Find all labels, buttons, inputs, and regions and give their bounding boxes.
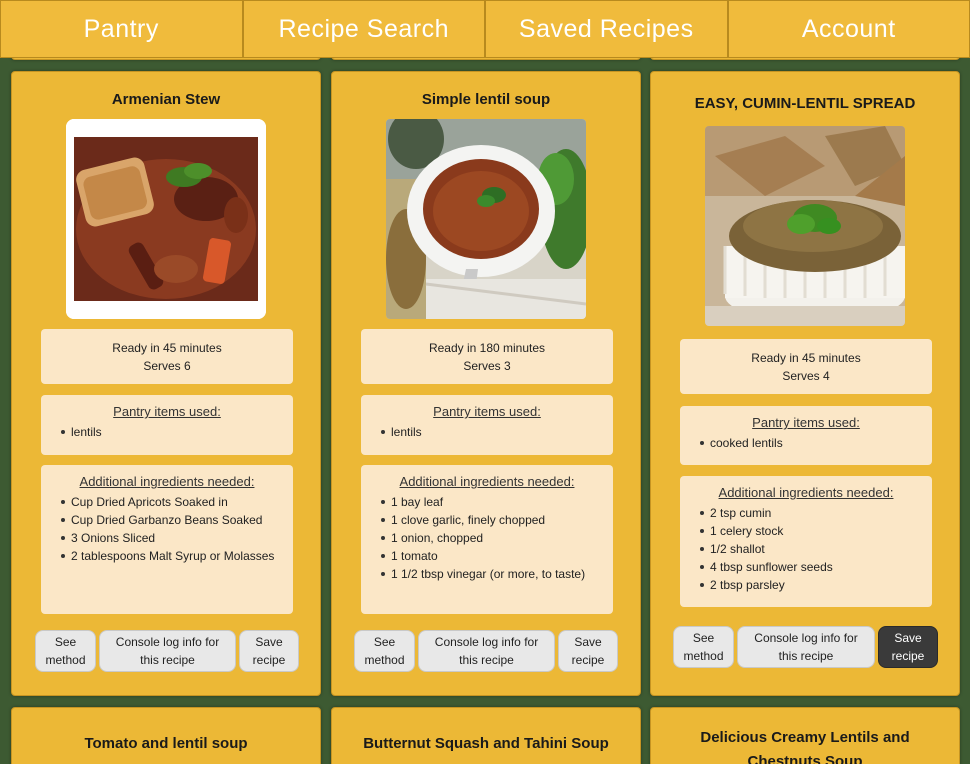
recipe-image [386, 119, 586, 319]
list-item: lentils [61, 423, 281, 441]
list-item: 1 onion, chopped [381, 529, 601, 547]
list-item: 1/2 shallot [700, 540, 920, 558]
list-item: Cup Dried Apricots Soaked in [61, 493, 281, 511]
recipe-title[interactable]: EASY, CUMIN-LENTIL SPREAD [651, 95, 959, 112]
pantry-items-heading: Pantry items used: [113, 404, 221, 419]
list-item: 2 tsp cumin [700, 504, 920, 522]
serves-count: Serves 3 [463, 359, 511, 373]
see-method-button[interactable]: See method [354, 630, 415, 672]
pantry-items-list: lentils [41, 423, 293, 441]
recipe-info-box: Ready in 45 minutes Serves 4 [680, 339, 932, 394]
recipe-title[interactable]: Tomato and lentil soup [12, 735, 320, 752]
pantry-items-heading: Pantry items used: [752, 415, 860, 430]
list-item: 2 tablespoons Malt Syrup or Molasses [61, 547, 281, 565]
additional-ingredients-box: Additional ingredients needed: 1 bay lea… [361, 465, 613, 614]
recipe-card: Simple lentil soup Ready in 180 minutes … [331, 71, 641, 696]
additional-ingredients-heading: Additional ingredients needed: [79, 474, 255, 489]
recipe-actions: See method Console log info for this rec… [651, 626, 959, 668]
list-item: 3 Onions Sliced [61, 529, 281, 547]
list-item: 1 tomato [381, 547, 601, 565]
recipe-actions: See method Console log info for this rec… [332, 630, 640, 672]
additional-ingredients-heading: Additional ingredients needed: [718, 485, 894, 500]
save-recipe-button[interactable]: Save recipe [558, 630, 618, 672]
pantry-items-heading: Pantry items used: [433, 404, 541, 419]
nav-recipe-search[interactable]: Recipe Search [242, 0, 485, 58]
serves-count: Serves 4 [782, 369, 830, 383]
serves-count: Serves 6 [143, 359, 191, 373]
stew-photo-icon [66, 119, 266, 319]
list-item: 2 tbsp parsley [700, 576, 920, 594]
list-item: 4 tbsp sunflower seeds [700, 558, 920, 576]
console-log-button[interactable]: Console log info for this recipe [418, 630, 555, 672]
pantry-items-list: cooked lentils [680, 434, 932, 452]
recipe-image [66, 119, 266, 319]
recipe-info-box: Ready in 180 minutes Serves 3 [361, 329, 613, 384]
nav-account[interactable]: Account [727, 0, 970, 58]
ready-time: Ready in 180 minutes [428, 341, 546, 355]
ready-time: Ready in 45 minutes [112, 341, 222, 355]
additional-ingredients-box: Additional ingredients needed: 2 tsp cum… [680, 476, 932, 607]
ready-time: Ready in 45 minutes [751, 351, 861, 365]
recipe-card: Delicious Creamy Lentils and Chestnuts S… [650, 707, 960, 764]
recipe-title[interactable]: Delicious Creamy Lentils and Chestnuts S… [651, 726, 959, 764]
console-log-button[interactable]: Console log info for this recipe [737, 626, 875, 668]
see-method-button[interactable]: See method [35, 630, 96, 672]
recipe-image [705, 126, 905, 326]
top-nav: Pantry Recipe Search Saved Recipes Accou… [0, 0, 970, 58]
save-recipe-button[interactable]: Save recipe [878, 626, 938, 668]
pantry-items-list: lentils [361, 423, 613, 441]
list-item: 1 1/2 tbsp vinegar (or more, to taste) [381, 565, 601, 583]
list-item: Cup Dried Garbanzo Beans Soaked [61, 511, 281, 529]
list-item: 1 celery stock [700, 522, 920, 540]
recipe-title[interactable]: Simple lentil soup [332, 91, 640, 108]
recipe-title[interactable]: Butternut Squash and Tahini Soup [332, 735, 640, 752]
see-method-button[interactable]: See method [673, 626, 734, 668]
pantry-items-box: Pantry items used: lentils [361, 395, 613, 455]
pantry-items-box: Pantry items used: lentils [41, 395, 293, 455]
spread-photo-icon [705, 126, 905, 326]
nav-saved-recipes[interactable]: Saved Recipes [485, 0, 728, 58]
recipe-card: Tomato and lentil soup [11, 707, 321, 764]
additional-ingredients-box: Additional ingredients needed: Cup Dried… [41, 465, 293, 614]
recipe-info-box: Ready in 45 minutes Serves 6 [41, 329, 293, 384]
recipe-card: Armenian Stew Ready in 45 minutes Serves… [11, 71, 321, 696]
additional-ingredients-heading: Additional ingredients needed: [399, 474, 575, 489]
nav-pantry[interactable]: Pantry [0, 0, 243, 58]
list-item: lentils [381, 423, 601, 441]
recipe-actions: See method Console log info for this rec… [12, 630, 320, 672]
list-item: 1 clove garlic, finely chopped [381, 511, 601, 529]
list-item: 1 bay leaf [381, 493, 601, 511]
list-item: cooked lentils [700, 434, 920, 452]
recipe-card: EASY, CUMIN-LENTIL SPREAD Ready in 45 mi… [650, 71, 960, 696]
soup-bowl-photo-icon [386, 119, 586, 319]
recipe-card: Butternut Squash and Tahini Soup [331, 707, 641, 764]
save-recipe-button[interactable]: Save recipe [239, 630, 299, 672]
additional-ingredients-list: Cup Dried Apricots Soaked in Cup Dried G… [41, 493, 293, 565]
additional-ingredients-list: 1 bay leaf 1 clove garlic, finely choppe… [361, 493, 613, 583]
recipe-title[interactable]: Armenian Stew [12, 91, 320, 108]
pantry-items-box: Pantry items used: cooked lentils [680, 406, 932, 465]
console-log-button[interactable]: Console log info for this recipe [99, 630, 236, 672]
additional-ingredients-list: 2 tsp cumin 1 celery stock 1/2 shallot 4… [680, 504, 932, 594]
